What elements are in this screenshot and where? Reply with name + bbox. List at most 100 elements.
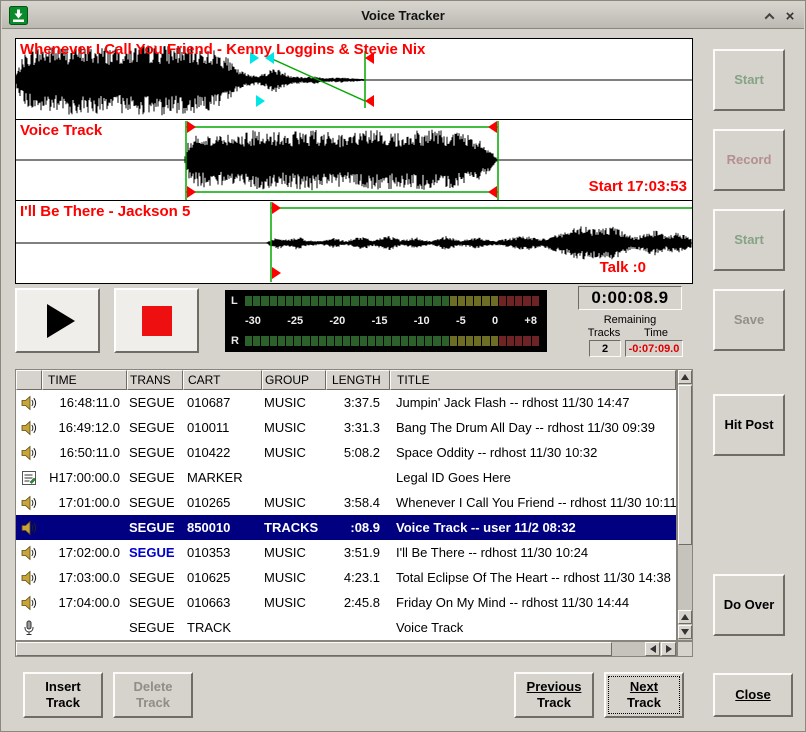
scroll-down-button[interactable] xyxy=(678,625,692,639)
log-row[interactable]: 17:03:00.0SEGUE010625MUSIC4:23.1Total Ec… xyxy=(16,565,676,590)
led-segment xyxy=(482,336,489,346)
led-segment xyxy=(360,296,367,306)
horizontal-scrollbar[interactable] xyxy=(15,641,677,657)
header-time: TIME xyxy=(42,370,127,390)
log-row[interactable]: 17:04:00.0SEGUE010663MUSIC2:45.8Friday O… xyxy=(16,590,676,615)
end-marker-icon[interactable] xyxy=(365,95,374,107)
start-marker-icon[interactable] xyxy=(272,267,281,279)
marker-icon xyxy=(16,470,42,486)
left-level-bar xyxy=(245,296,539,306)
shade-button[interactable] xyxy=(760,7,778,25)
cell-time: 16:48:11.0 xyxy=(42,395,127,410)
right-channel-label: R xyxy=(231,335,245,347)
track-panel-3[interactable]: I'll Be There - Jackson 5 Talk :0 xyxy=(16,201,692,283)
cell-group: MUSIC xyxy=(262,495,326,510)
save-button: Save xyxy=(713,289,785,351)
track-panel-1[interactable]: Whenever I Call You Friend - Kenny Loggi… xyxy=(16,39,692,120)
scroll-up-button[interactable] xyxy=(678,370,692,384)
cell-trans: SEGUE xyxy=(127,495,183,510)
button-label: Do Over xyxy=(724,597,775,613)
led-segment xyxy=(474,296,481,306)
log-row[interactable]: SEGUETRACKVoice Track xyxy=(16,615,676,640)
cell-title: Jumpin' Jack Flash -- rdhost 11/30 14:47 xyxy=(390,395,676,410)
tracks-remaining-value: 2 xyxy=(589,340,621,357)
cell-time: H17:00:00.0 xyxy=(42,470,127,485)
scroll-left-button[interactable] xyxy=(645,642,660,656)
led-segment xyxy=(245,336,252,346)
insert-track-button[interactable]: Insert Track xyxy=(23,672,103,718)
led-segment xyxy=(302,336,309,346)
led-segment xyxy=(515,296,522,306)
cell-cart: 010687 xyxy=(183,395,262,410)
log-row[interactable]: 16:49:12.0SEGUE010011MUSIC3:31.3Bang The… xyxy=(16,415,676,440)
cell-trans: SEGUE xyxy=(127,570,183,585)
log-row[interactable]: 16:50:11.0SEGUE010422MUSIC5:08.2Space Od… xyxy=(16,440,676,465)
log-row[interactable]: 17:02:00.0SEGUE010353MUSIC3:51.9I'll Be … xyxy=(16,540,676,565)
segue-marker-icon[interactable] xyxy=(256,95,265,107)
next-track-button[interactable]: Next Track xyxy=(604,672,684,718)
start-marker-icon[interactable] xyxy=(187,121,196,133)
button-label: Close xyxy=(735,687,770,703)
cell-cart: TRACK xyxy=(183,620,262,635)
start-marker-icon[interactable] xyxy=(187,186,196,198)
stop-button[interactable] xyxy=(114,288,199,353)
do-over-button[interactable]: Do Over xyxy=(713,574,785,636)
log-row[interactable]: H17:00:00.0SEGUEMARKERLegal ID Goes Here xyxy=(16,465,676,490)
speaker-icon xyxy=(16,595,42,611)
audio-level-meter: L -30-25-20-15-10-50+8 R xyxy=(225,290,547,352)
led-segment xyxy=(245,296,252,306)
vertical-scrollbar[interactable] xyxy=(677,369,693,641)
cell-group: TRACKS xyxy=(262,520,326,535)
led-segment xyxy=(442,296,449,306)
led-segment xyxy=(278,336,285,346)
close-button[interactable]: Close xyxy=(713,673,793,717)
log-row[interactable]: 16:48:11.0SEGUE010687MUSIC3:37.5Jumpin' … xyxy=(16,390,676,415)
led-segment xyxy=(343,336,350,346)
vertical-scroll-thumb[interactable] xyxy=(678,385,692,545)
cell-time: 17:03:00.0 xyxy=(42,570,127,585)
led-segment xyxy=(466,296,473,306)
log-row[interactable]: 17:01:00.0SEGUE010265MUSIC3:58.4Whenever… xyxy=(16,490,676,515)
cell-cart: 850010 xyxy=(183,520,262,535)
play-button[interactable] xyxy=(15,288,100,353)
cell-title: Voice Track -- user 11/2 08:32 xyxy=(390,520,676,535)
cell-trans: SEGUE xyxy=(127,545,183,560)
led-segment xyxy=(253,296,260,306)
button-label: Record xyxy=(727,152,772,168)
start-marker-icon[interactable] xyxy=(272,202,281,214)
cell-cart: 010422 xyxy=(183,445,262,460)
titlebar[interactable]: Voice Tracker × xyxy=(2,2,804,29)
previous-track-button[interactable]: Previous Track xyxy=(514,672,594,718)
button-label: Save xyxy=(734,312,764,328)
hit-post-button[interactable]: Hit Post xyxy=(713,394,785,456)
led-segment xyxy=(327,336,334,346)
led-segment xyxy=(343,296,350,306)
led-segment xyxy=(319,336,326,346)
end-marker-icon[interactable] xyxy=(488,121,497,133)
cell-trans: SEGUE xyxy=(127,520,183,535)
scroll-right-button[interactable] xyxy=(661,642,676,656)
led-segment xyxy=(523,336,530,346)
button-label: Insert xyxy=(45,679,80,695)
close-window-button[interactable]: × xyxy=(781,7,799,25)
speaker-icon xyxy=(16,570,42,586)
log-row[interactable]: SEGUE850010TRACKS:08.9Voice Track -- use… xyxy=(16,515,676,540)
led-segment xyxy=(261,296,268,306)
led-segment xyxy=(294,336,301,346)
track-panel-2[interactable]: Voice Track Start 17:03:53 xyxy=(16,120,692,201)
meter-scale: -30-25-20-15-10-50+8 xyxy=(231,315,539,328)
log-body: 16:48:11.0SEGUE010687MUSIC3:37.5Jumpin' … xyxy=(16,390,676,640)
led-segment xyxy=(392,296,399,306)
led-segment xyxy=(491,296,498,306)
end-marker-icon[interactable] xyxy=(488,186,497,198)
header-length: LENGTH xyxy=(326,370,390,390)
led-segment xyxy=(442,336,449,346)
meter-scale-label: -10 xyxy=(414,315,430,327)
horizontal-scroll-thumb[interactable] xyxy=(16,642,612,656)
led-segment xyxy=(384,336,391,346)
scroll-up-button-2[interactable] xyxy=(678,610,692,624)
led-segment xyxy=(368,336,375,346)
track-title: Whenever I Call You Friend - Kenny Loggi… xyxy=(20,41,425,58)
led-segment xyxy=(311,336,318,346)
cell-cart: 010663 xyxy=(183,595,262,610)
